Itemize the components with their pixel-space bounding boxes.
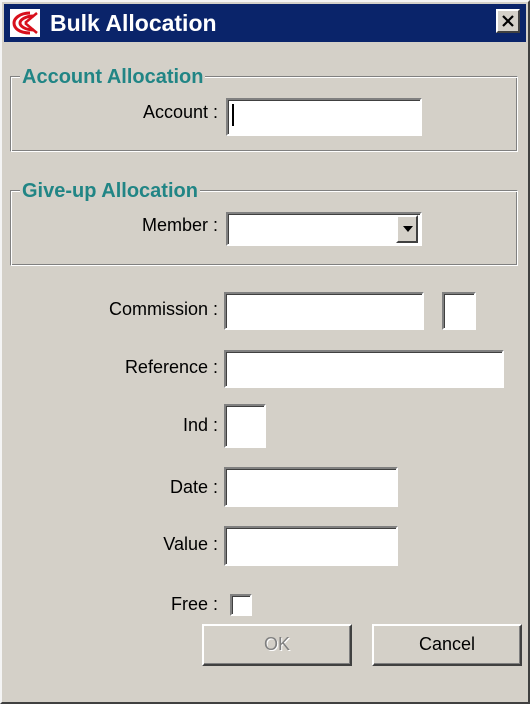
bulk-allocation-dialog: Bulk Allocation Account Allocation Accou… <box>0 0 530 704</box>
dialog-title: Bulk Allocation <box>50 10 217 36</box>
free-checkbox[interactable] <box>230 594 252 616</box>
ind-input[interactable] <box>224 404 266 448</box>
date-label: Date : <box>169 477 218 497</box>
account-label: Account : <box>142 102 218 122</box>
title-bar[interactable]: Bulk Allocation <box>4 4 526 42</box>
account-allocation-title: Account Allocation <box>20 66 206 88</box>
free-label: Free : <box>170 594 218 614</box>
commission-label: Commission : <box>108 299 218 319</box>
ind-label: Ind : <box>182 415 218 435</box>
commission-suffix-input[interactable] <box>442 292 476 330</box>
cancel-button-label: Cancel <box>418 634 476 654</box>
chevron-down-icon <box>403 226 413 232</box>
close-icon <box>502 15 514 27</box>
app-logo-icon <box>10 9 40 37</box>
close-button[interactable] <box>496 9 520 33</box>
cancel-button[interactable]: Cancel <box>372 624 522 666</box>
date-input[interactable] <box>224 467 398 507</box>
member-dropdown[interactable] <box>226 212 422 246</box>
member-label: Member : <box>141 215 218 235</box>
dropdown-button[interactable] <box>396 215 418 243</box>
commission-input[interactable] <box>224 292 424 330</box>
ok-button[interactable]: OK <box>202 624 352 666</box>
value-label: Value : <box>163 534 218 554</box>
value-input[interactable] <box>224 526 398 566</box>
reference-label: Reference : <box>124 357 218 377</box>
ok-button-label: OK <box>263 634 290 654</box>
giveup-allocation-title: Give-up Allocation <box>20 180 200 202</box>
text-caret <box>232 104 234 126</box>
account-input[interactable] <box>226 98 422 136</box>
reference-input[interactable] <box>224 350 504 388</box>
